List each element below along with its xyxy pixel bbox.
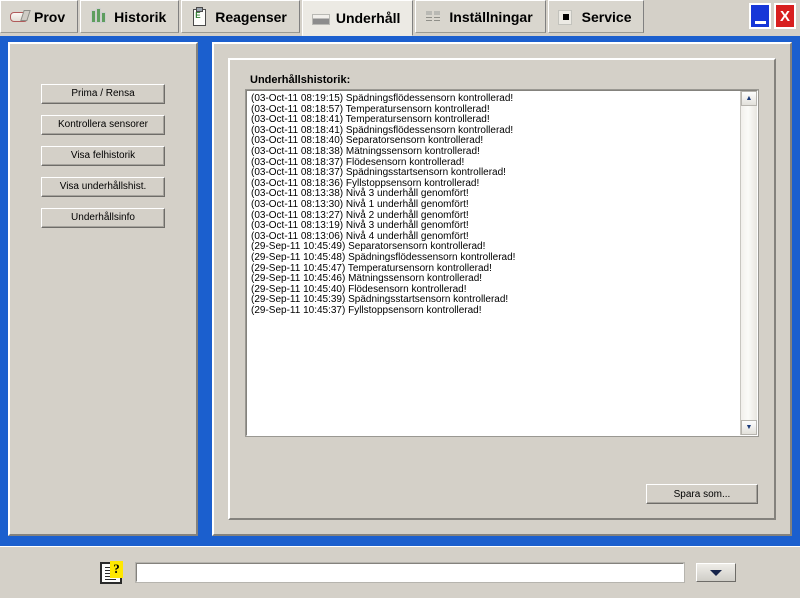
slab-icon bbox=[311, 10, 330, 27]
window-controls: X bbox=[749, 0, 800, 29]
scroll-up-icon[interactable]: ▲ bbox=[741, 91, 757, 106]
status-dropdown-button[interactable] bbox=[696, 563, 736, 582]
sidebar-button-kontrollera-sensorer[interactable]: Kontrollera sensorer bbox=[41, 115, 165, 135]
tab-label: Underhåll bbox=[335, 10, 401, 26]
tab-label: Historik bbox=[114, 8, 167, 25]
document-help-icon[interactable]: ? bbox=[100, 560, 123, 584]
sidebar-button-prima-rensa[interactable]: Prima / Rensa bbox=[41, 84, 165, 104]
tab-strip: Prov Historik E Reagenser Underhåll Inst… bbox=[0, 0, 800, 36]
save-as-row: Spara som... bbox=[646, 484, 758, 504]
status-bar: ? bbox=[0, 546, 800, 598]
maintenance-log: (03-Oct-11 08:19:15) Spädningsflödessens… bbox=[245, 89, 759, 437]
sidebar-button-underhallsinfo[interactable]: Underhållsinfo bbox=[41, 208, 165, 228]
sidebar-panel: Prima / Rensa Kontrollera sensorer Visa … bbox=[8, 42, 198, 536]
question-mark-glyph: ? bbox=[110, 560, 123, 578]
minimize-button[interactable] bbox=[749, 3, 771, 29]
log-line: (03-Oct-11 08:18:38) Mätningssensorn kon… bbox=[251, 145, 480, 157]
tab-installningar[interactable]: Inställningar bbox=[415, 0, 546, 33]
client-area: Prima / Rensa Kontrollera sensorer Visa … bbox=[0, 36, 800, 546]
tab-underhall[interactable]: Underhåll bbox=[301, 0, 414, 36]
tab-historik[interactable]: Historik bbox=[80, 0, 180, 33]
log-title: Underhållshistorik: bbox=[250, 74, 351, 86]
log-list[interactable]: (03-Oct-11 08:19:15) Spädningsflödessens… bbox=[247, 91, 740, 435]
tab-service[interactable]: Service bbox=[547, 0, 645, 33]
bar-chart-icon bbox=[90, 8, 107, 25]
log-line: (03-Oct-11 08:13:30) Nivå 1 underhåll ge… bbox=[251, 198, 469, 210]
sidebar-button-visa-felhistorik[interactable]: Visa felhistorik bbox=[41, 146, 165, 166]
application-window: Prov Historik E Reagenser Underhåll Inst… bbox=[0, 0, 800, 598]
tab-prov[interactable]: Prov bbox=[0, 0, 79, 33]
tab-label: Reagenser bbox=[215, 8, 287, 25]
service-icon bbox=[557, 8, 575, 25]
content-inner-panel: Underhållshistorik: (03-Oct-11 08:19:15)… bbox=[228, 58, 776, 520]
log-line: (29-Sep-11 10:45:37) Fyllstoppsensorn ko… bbox=[251, 304, 482, 316]
tab-label: Service bbox=[581, 8, 632, 25]
sidebar-button-visa-underhallshist[interactable]: Visa underhållshist. bbox=[41, 177, 165, 197]
tab-label: Prov bbox=[34, 8, 66, 25]
vial-icon bbox=[10, 8, 31, 25]
settings-icon bbox=[425, 8, 442, 25]
save-as-button[interactable]: Spara som... bbox=[646, 484, 758, 504]
close-button[interactable]: X bbox=[774, 3, 796, 29]
clipboard-icon: E bbox=[191, 7, 208, 26]
scroll-down-icon[interactable]: ▼ bbox=[741, 420, 757, 435]
log-line: (03-Oct-11 08:19:15) Spädningsflödessens… bbox=[251, 93, 514, 104]
tab-reagenser[interactable]: E Reagenser bbox=[181, 0, 300, 33]
status-message-field[interactable] bbox=[135, 562, 685, 583]
log-line: (29-Sep-11 10:45:48) Spädningsflödessens… bbox=[251, 251, 516, 263]
chevron-down-icon bbox=[710, 569, 722, 576]
scroll-track[interactable] bbox=[741, 106, 757, 420]
log-vertical-scrollbar[interactable]: ▲ ▼ bbox=[740, 91, 757, 435]
content-panel: Underhållshistorik: (03-Oct-11 08:19:15)… bbox=[212, 42, 792, 536]
tab-label: Inställningar bbox=[449, 8, 533, 25]
